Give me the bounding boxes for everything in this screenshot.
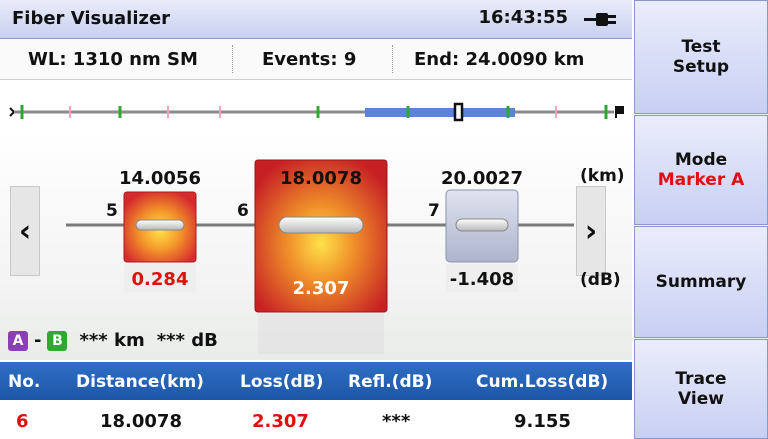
- divider: [232, 45, 234, 73]
- summary-label: Summary: [655, 272, 747, 292]
- event-7-number: 7: [428, 201, 440, 221]
- loss-unit-label: (dB): [580, 270, 621, 290]
- ab-distance: *** km: [79, 330, 145, 351]
- table-row[interactable]: 6 18.0078 2.307 *** 9.155: [0, 401, 632, 439]
- fiber-overview-bar[interactable]: [0, 80, 632, 128]
- test-setup-label-line1: Test: [681, 37, 721, 57]
- row-refl: ***: [382, 411, 411, 432]
- row-cum-loss: 9.155: [514, 411, 571, 432]
- trace-view-button[interactable]: Trace View: [634, 339, 768, 439]
- app-title: Fiber Visualizer: [12, 8, 171, 29]
- col-cum-loss: Cum.Loss(dB): [476, 372, 609, 392]
- event-7-distance: 20.0027: [441, 168, 523, 189]
- events-count: Events: 9: [262, 49, 357, 70]
- event-table-header: No. Distance(km) Loss(dB) Refl.(dB) Cum.…: [0, 362, 632, 400]
- trace-view-label-line2: View: [678, 389, 724, 409]
- row-no: 6: [16, 411, 29, 432]
- event-6-box-selected[interactable]: [255, 160, 387, 312]
- info-bar: WL: 1310 nm SM Events: 9 End: 24.0090 km: [0, 39, 632, 80]
- mode-value: Marker A: [657, 170, 745, 190]
- event-6-number: 6: [237, 201, 249, 221]
- marker-b-icon: B: [47, 330, 68, 351]
- mode-button[interactable]: Mode Marker A: [634, 115, 768, 225]
- test-setup-label-line2: Setup: [672, 57, 730, 77]
- fiber-overview-graphic: [9, 102, 624, 122]
- ab-loss: *** dB: [156, 330, 218, 351]
- col-no: No.: [8, 372, 41, 392]
- next-event-button[interactable]: ›: [576, 186, 606, 276]
- distance-unit-label: (km): [580, 166, 625, 186]
- event-5-loss: 0.284: [131, 269, 189, 290]
- title-bar: Fiber Visualizer 16:43:55: [0, 0, 632, 39]
- event-5-number: 5: [106, 201, 118, 221]
- marker-a-icon: A: [8, 330, 28, 351]
- event-7-loss: -1.408: [449, 269, 515, 290]
- softkey-sidebar: Test Setup Mode Marker A Summary Trace V…: [634, 0, 768, 439]
- main-panel: Fiber Visualizer 16:43:55 WL: 1310 nm SM…: [0, 0, 632, 439]
- ab-marker-readout: A - B *** km *** dB: [8, 330, 218, 351]
- trace-view-label-line1: Trace: [675, 369, 727, 389]
- row-loss: 2.307: [252, 411, 309, 432]
- col-distance: Distance(km): [76, 372, 204, 392]
- clock: 16:43:55: [478, 7, 568, 28]
- test-setup-button[interactable]: Test Setup: [634, 0, 768, 114]
- divider: [392, 45, 394, 73]
- fiber-end: End: 24.0090 km: [414, 49, 585, 70]
- col-refl: Refl.(dB): [348, 372, 433, 392]
- plug-icon: [584, 13, 616, 26]
- event-5-box[interactable]: [124, 192, 196, 262]
- mode-label: Mode: [674, 150, 728, 170]
- marker-dash: -: [34, 330, 42, 351]
- summary-button[interactable]: Summary: [634, 226, 768, 338]
- prev-event-button[interactable]: ‹: [10, 186, 40, 276]
- event-5-distance: 14.0056: [119, 168, 201, 189]
- wavelength-info: WL: 1310 nm SM: [28, 49, 198, 70]
- event-visualizer: ‹ › (km) (dB) 14.0056 5 0.284 18.0078 6 …: [0, 128, 632, 360]
- col-loss: Loss(dB): [240, 372, 324, 392]
- event-7-box[interactable]: [446, 190, 518, 262]
- row-distance: 18.0078: [100, 411, 182, 432]
